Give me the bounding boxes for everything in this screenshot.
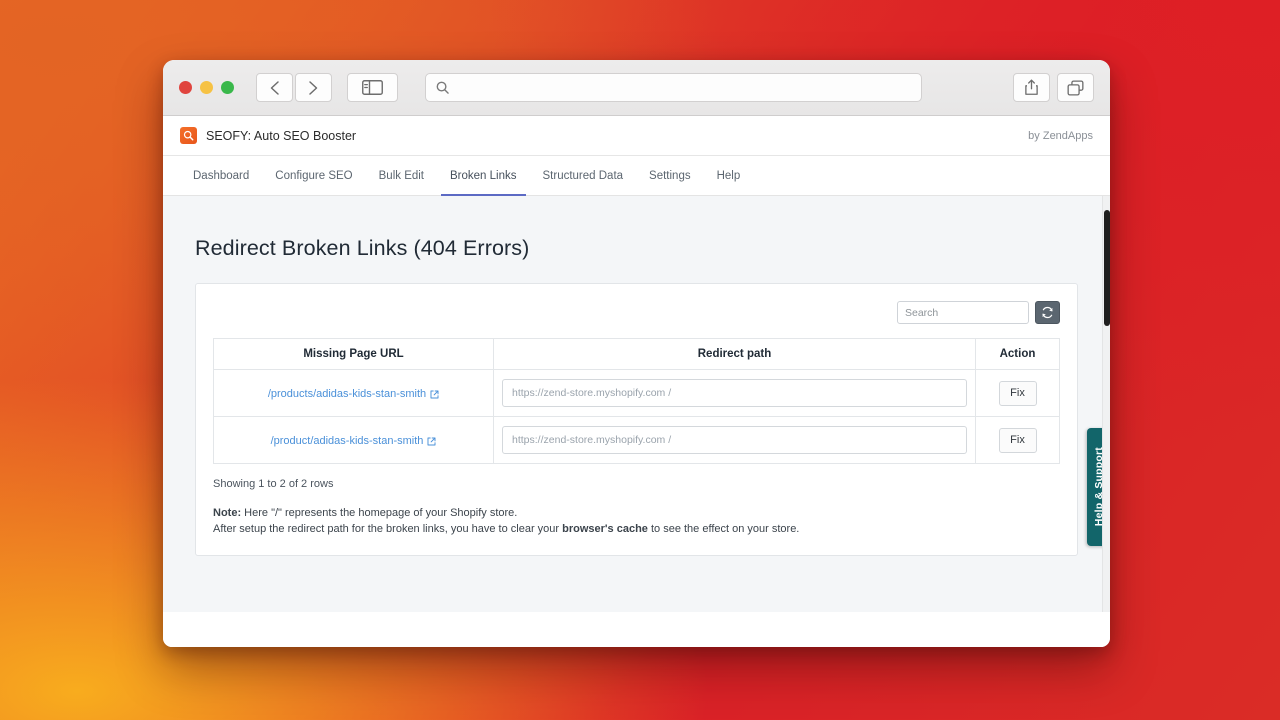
tab-structured-data[interactable]: Structured Data xyxy=(530,156,637,195)
note-line-2: After setup the redirect path for the br… xyxy=(213,522,1060,538)
redirect-path-input[interactable] xyxy=(502,426,967,454)
app-brand: SEOFY: Auto SEO Booster xyxy=(180,127,356,144)
external-link-icon xyxy=(430,390,439,399)
column-header-action: Action xyxy=(976,339,1060,370)
missing-page-url-text: /products/adidas-kids-stan-smith xyxy=(268,388,426,400)
window-controls xyxy=(179,81,234,94)
tab-broken-links[interactable]: Broken Links xyxy=(437,156,529,195)
sidebar-icon xyxy=(362,80,383,95)
search-input[interactable] xyxy=(897,301,1029,324)
showing-rows-label: Showing 1 to 2 of 2 rows xyxy=(213,478,1060,490)
cell-missing-page-url: /products/adidas-kids-stan-smith xyxy=(214,370,494,417)
cell-action: Fix xyxy=(976,417,1060,464)
chevron-left-icon xyxy=(269,80,280,96)
app-header: SEOFY: Auto SEO Booster by ZendApps xyxy=(163,116,1110,156)
copy-tabs-icon xyxy=(1067,80,1084,96)
window-footer xyxy=(163,612,1110,647)
tab-help[interactable]: Help xyxy=(704,156,754,195)
browser-right-tools xyxy=(1013,73,1094,102)
table-body: /products/adidas-kids-stan-smith xyxy=(214,370,1060,464)
note-line-1: Note: Here "/" represents the homepage o… xyxy=(213,506,1060,522)
note-label: Note: xyxy=(213,507,241,519)
browser-titlebar xyxy=(163,60,1110,116)
page-title: Redirect Broken Links (404 Errors) xyxy=(195,236,1078,261)
browser-window: SEOFY: Auto SEO Booster by ZendApps Dash… xyxy=(163,60,1110,647)
broken-links-table: Missing Page URL Redirect path Action /p… xyxy=(213,338,1060,464)
share-button[interactable] xyxy=(1013,73,1050,102)
app-title: SEOFY: Auto SEO Booster xyxy=(206,129,356,143)
content-inner: Redirect Broken Links (404 Errors) xyxy=(163,236,1110,556)
note-line-2-bold: browser's cache xyxy=(562,523,648,535)
table-header-row: Missing Page URL Redirect path Action xyxy=(214,339,1060,370)
note-line-2-post: to see the effect on your store. xyxy=(648,523,799,535)
cell-action: Fix xyxy=(976,370,1060,417)
maximize-window-button[interactable] xyxy=(221,81,234,94)
table-row: /product/adidas-kids-stan-smith xyxy=(214,417,1060,464)
broken-links-card: Missing Page URL Redirect path Action /p… xyxy=(195,283,1078,556)
app-logo-icon xyxy=(180,127,197,144)
search-icon xyxy=(436,81,449,94)
tab-overview-button[interactable] xyxy=(1057,73,1094,102)
cell-missing-page-url: /product/adidas-kids-stan-smith xyxy=(214,417,494,464)
note-line-2-pre: After setup the redirect path for the br… xyxy=(213,523,562,535)
column-header-redirect-path: Redirect path xyxy=(494,339,976,370)
back-button[interactable] xyxy=(256,73,293,102)
chevron-right-icon xyxy=(308,80,319,96)
close-window-button[interactable] xyxy=(179,81,192,94)
missing-page-url-link[interactable]: /product/adidas-kids-stan-smith xyxy=(271,435,437,447)
tab-configure-seo[interactable]: Configure SEO xyxy=(262,156,365,195)
tab-bulk-edit[interactable]: Bulk Edit xyxy=(366,156,437,195)
refresh-button[interactable] xyxy=(1035,301,1060,324)
address-bar[interactable] xyxy=(425,73,922,102)
tab-dashboard[interactable]: Dashboard xyxy=(180,156,262,195)
browser-navigation-group xyxy=(256,73,332,102)
redirect-path-input[interactable] xyxy=(502,379,967,407)
table-head: Missing Page URL Redirect path Action xyxy=(214,339,1060,370)
desktop-background: SEOFY: Auto SEO Booster by ZendApps Dash… xyxy=(0,0,1280,720)
fix-button[interactable]: Fix xyxy=(999,428,1037,453)
page-content: Help & Support Redirect Broken Links (40… xyxy=(163,196,1110,612)
column-header-missing-page-url: Missing Page URL xyxy=(214,339,494,370)
page-scrollbar[interactable] xyxy=(1102,196,1110,612)
missing-page-url-text: /product/adidas-kids-stan-smith xyxy=(271,435,424,447)
cell-redirect-path xyxy=(494,417,976,464)
cell-redirect-path xyxy=(494,370,976,417)
refresh-icon xyxy=(1041,306,1054,319)
app-vendor-label: by ZendApps xyxy=(1028,130,1093,142)
external-link-icon xyxy=(427,437,436,446)
share-icon xyxy=(1024,79,1039,96)
table-row: /products/adidas-kids-stan-smith xyxy=(214,370,1060,417)
toggle-sidebar-button[interactable] xyxy=(347,73,398,102)
app-nav-tabs: Dashboard Configure SEO Bulk Edit Broken… xyxy=(163,156,1110,196)
note-line-1-text: Here "/" represents the homepage of your… xyxy=(241,507,517,519)
fix-button[interactable]: Fix xyxy=(999,381,1037,406)
page-scrollbar-thumb[interactable] xyxy=(1104,210,1110,326)
table-toolbar xyxy=(213,301,1060,324)
search-magnifier-icon xyxy=(183,130,194,141)
missing-page-url-link[interactable]: /products/adidas-kids-stan-smith xyxy=(268,388,439,400)
note-block: Note: Here "/" represents the homepage o… xyxy=(213,506,1060,537)
tab-settings[interactable]: Settings xyxy=(636,156,704,195)
minimize-window-button[interactable] xyxy=(200,81,213,94)
forward-button[interactable] xyxy=(295,73,332,102)
